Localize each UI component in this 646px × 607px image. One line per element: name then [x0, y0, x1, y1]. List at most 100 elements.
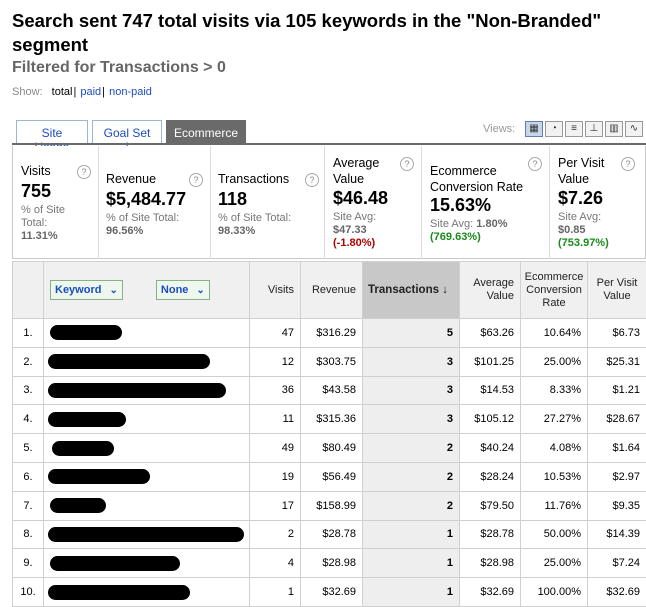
col-transactions[interactable]: Transactions ↓: [362, 261, 460, 319]
row-number: 8.: [12, 519, 44, 550]
keyword-cell[interactable]: [43, 346, 250, 377]
tab-goal-set-1[interactable]: Goal Set 1: [92, 120, 162, 154]
keyword-dropdown[interactable]: Keyword ⌄: [50, 280, 123, 300]
keyword-cell[interactable]: [43, 548, 250, 579]
conversion-rate-cell: 10.64%: [520, 318, 588, 348]
row-number-header: [12, 261, 44, 319]
keyword-cell[interactable]: [43, 519, 250, 550]
transactions-cell: 2: [362, 490, 460, 521]
keyword-cell[interactable]: [43, 490, 250, 521]
average-value-cell: $40.24: [459, 433, 521, 463]
row-number: 1.: [12, 318, 44, 348]
performance-view-icon[interactable]: ≡: [565, 121, 583, 137]
metric-name: Revenue: [106, 172, 157, 186]
scorecard: Visits ? 755 % of Site Total: 11.31% Reve…: [12, 146, 646, 259]
col-visits[interactable]: Visits: [249, 261, 301, 319]
help-icon[interactable]: ?: [621, 157, 635, 171]
dimension-header: Keyword ⌄ None ⌄: [43, 261, 250, 319]
help-icon[interactable]: ?: [305, 173, 319, 187]
keyword-cell[interactable]: [43, 318, 250, 348]
pie-view-icon[interactable]: ◔: [545, 121, 563, 137]
redacted-keyword: [52, 440, 114, 456]
average-value-cell: $79.50: [459, 490, 521, 521]
per-visit-value-cell: $25.31: [587, 346, 646, 377]
conversion-rate-cell: 50.00%: [520, 519, 588, 550]
metric-sub: Site Avg: $47.33 (-1.80%): [333, 211, 377, 249]
show-non-paid-link[interactable]: non-paid: [109, 86, 152, 98]
comparison-view-icon[interactable]: ⊥: [585, 121, 603, 137]
redacted-keyword: [48, 526, 244, 542]
redacted-keyword: [50, 325, 122, 341]
average-value-cell: $28.78: [459, 519, 521, 550]
col-revenue[interactable]: Revenue: [300, 261, 363, 319]
visits-cell: 11: [249, 404, 301, 435]
per-visit-value-cell: $9.35: [587, 490, 646, 521]
visits-cell: 47: [249, 318, 301, 348]
help-icon[interactable]: ?: [189, 173, 203, 187]
transactions-cell: 2: [362, 461, 460, 492]
help-icon[interactable]: ?: [400, 157, 414, 171]
transactions-cell: 3: [362, 346, 460, 377]
revenue-cell: $43.58: [300, 375, 363, 406]
help-icon[interactable]: ?: [528, 157, 542, 171]
transactions-cell: 1: [362, 577, 460, 607]
row-number: 6.: [12, 461, 44, 492]
row-number: 3.: [12, 375, 44, 406]
trend-view-icon[interactable]: ∿: [625, 121, 643, 137]
keyword-cell[interactable]: [43, 577, 250, 607]
row-number: 5.: [12, 433, 44, 463]
show-paid-link[interactable]: paid: [80, 86, 101, 98]
keyword-cell[interactable]: [43, 375, 250, 406]
average-value-cell: $105.12: [459, 404, 521, 435]
help-icon[interactable]: ?: [77, 165, 91, 179]
redacted-keyword: [50, 498, 106, 514]
table-row: 8. 2 $28.78 1 $28.78 50.00% $14.39: [12, 519, 646, 550]
keyword-cell[interactable]: [43, 404, 250, 435]
redacted-keyword: [48, 354, 210, 370]
revenue-cell: $28.98: [300, 548, 363, 579]
secondary-dimension-dropdown[interactable]: None ⌄: [155, 280, 210, 300]
metric-name: Ecommerce Conversion Rate: [430, 164, 524, 194]
metric-value: 755: [21, 181, 52, 201]
pivot-view-icon[interactable]: ▥: [605, 121, 623, 137]
per-visit-value-cell: $2.97: [587, 461, 646, 492]
tab-ecommerce[interactable]: Ecommerce: [166, 120, 246, 144]
conversion-rate-cell: 4.08%: [520, 433, 588, 463]
col-average-value[interactable]: Average Value: [459, 261, 521, 319]
average-value-cell: $28.98: [459, 548, 521, 579]
col-conversion-rate[interactable]: Ecommerce Conversion Rate: [520, 261, 588, 319]
tab-site-usage[interactable]: Site Usage: [16, 120, 88, 154]
visits-cell: 17: [249, 490, 301, 521]
per-visit-value-cell: $1.21: [587, 375, 646, 406]
revenue-cell: $56.49: [300, 461, 363, 492]
per-visit-value-cell: $28.67: [587, 404, 646, 435]
redacted-keyword: [50, 555, 180, 571]
metric-sub: Site Avg: $0.85 (753.97%): [558, 211, 609, 249]
col-per-visit-value[interactable]: Per Visit Value: [587, 261, 646, 319]
show-total[interactable]: total: [52, 86, 73, 98]
visits-cell: 1: [249, 577, 301, 607]
per-visit-value-cell: $1.64: [587, 433, 646, 463]
metric-value: $7.26: [558, 188, 604, 208]
metric-value: 118: [218, 189, 248, 209]
conversion-rate-cell: 11.76%: [520, 490, 588, 521]
metric-name: Per Visit Value: [558, 156, 605, 186]
keyword-cell[interactable]: [43, 433, 250, 463]
row-number: 7.: [12, 490, 44, 521]
revenue-cell: $315.36: [300, 404, 363, 435]
average-value-cell: $28.24: [459, 461, 521, 492]
metric-sub: Site Avg: 1.80% (769.63%): [430, 218, 508, 243]
show-label: Show:: [12, 86, 43, 98]
conversion-rate-cell: 25.00%: [520, 346, 588, 377]
conversion-rate-cell: 8.33%: [520, 375, 588, 406]
keyword-cell[interactable]: [43, 461, 250, 492]
per-visit-value-cell: $14.39: [587, 519, 646, 550]
metric-name: Transactions: [218, 172, 290, 186]
average-value-cell: $14.53: [459, 375, 521, 406]
per-visit-value-cell: $32.69: [587, 577, 646, 607]
metric-transactions: Transactions ? 118 % of Site Total: 98.33…: [211, 146, 325, 259]
table-view-icon[interactable]: ▦: [525, 121, 543, 137]
metric-value: $46.48: [333, 188, 389, 208]
table-row: 7. 17 $158.99 2 $79.50 11.76% $9.35: [12, 490, 646, 521]
revenue-cell: $80.49: [300, 433, 363, 463]
